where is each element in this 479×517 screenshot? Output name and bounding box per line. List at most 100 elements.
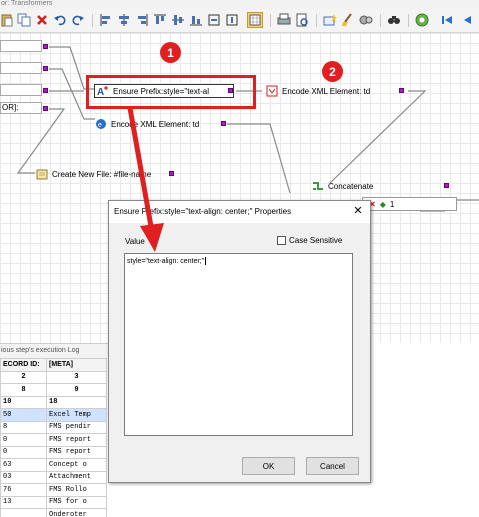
svg-text:e: e [98,122,102,129]
source-field-2[interactable] [0,62,42,74]
paste-icon[interactable] [0,13,14,27]
grid-icon[interactable] [247,12,263,28]
encode-xml-label: Encode XML Element: td [282,86,371,96]
value-textarea[interactable]: style="text-align: center;" [124,253,353,436]
clean-icon[interactable] [341,13,355,27]
table-row[interactable]: 8 FMS pendir [0,420,107,434]
concatenate-input-label: 1 [389,199,395,209]
align-bottom-icon[interactable] [189,13,203,27]
case-sensitive-label: Case Sensitive [289,236,343,245]
table-row[interactable]: Onderoter [0,508,107,517]
encode-xml-node[interactable]: e Encode XML Element: td [95,117,199,131]
log-cell: FMS report [46,445,107,459]
log-cell [0,508,47,517]
value-text: style="text-align: center;" [127,257,205,265]
log-cell: 9 [46,383,107,397]
table-row[interactable]: 0 FMS report [0,433,107,447]
callout-badge-2: 2 [322,61,343,82]
cancel-button[interactable]: Cancel [306,457,359,475]
delete-icon[interactable] [35,13,49,27]
table-row[interactable]: 76 FMS Rollo [0,483,107,497]
create-new-file-label: Create New File: #file-name [52,169,152,179]
output-port[interactable] [43,106,48,111]
dialog-title: Ensure Prefix:style="text-align: center;… [109,201,370,223]
window-title: or: Transformers [0,0,479,9]
log-cell: FMS report [46,433,107,447]
align-center-icon[interactable] [117,13,131,27]
redo-icon[interactable] [71,13,85,27]
toolbar [0,9,479,33]
output-port[interactable] [43,66,48,71]
log-heading: ious step's execution Log [0,344,110,358]
table-row[interactable]: 03 Attachment [0,470,107,484]
add-transformer-icon[interactable] [323,13,337,27]
log-cell: 50 [0,408,47,422]
align-right-icon[interactable] [135,13,149,27]
concatenate-icon [313,182,323,190]
text-caret [205,257,207,265]
checkbox-box[interactable] [277,236,286,245]
size-icon[interactable] [207,13,221,27]
source-field-1[interactable] [0,40,42,52]
log-cell: 13 [0,495,47,509]
output-port[interactable] [444,183,449,188]
case-sensitive-checkbox[interactable]: Case Sensitive [277,236,342,245]
execution-log-table: ECORD ID: [META] 23 89 10 18 50 Excel Temp… [0,358,107,517]
table-row[interactable]: 0 FMS report [0,445,107,459]
log-cell: Excel Temp [46,408,107,422]
log-cell: FMS pendir [46,420,107,434]
properties-dialog: Ensure Prefix:style="text-align: center;… [108,200,371,483]
concatenate-input-row[interactable]: ✕ ◆ 1 [362,197,457,211]
log-cell: Attachment [46,470,107,484]
log-cell: 2 [0,370,47,384]
concatenate-node[interactable]: Concatenate [312,179,373,193]
output-port[interactable] [43,88,48,93]
settings-icon[interactable] [415,13,429,27]
find-icon[interactable] [387,13,401,27]
encode-xml-node[interactable]: Encode XML Element: td [266,84,370,98]
value-label: Value [125,237,145,246]
table-row[interactable]: 63 Concept o [0,458,107,472]
tools-icon[interactable] [359,13,373,27]
output-port[interactable] [221,121,226,126]
align-top-icon[interactable] [153,13,167,27]
create-new-file-node[interactable]: Create New File: #file-name [36,167,151,181]
align-middle-icon[interactable] [171,13,185,27]
output-port[interactable] [43,44,48,49]
undo-icon[interactable] [53,13,67,27]
ok-button[interactable]: OK [242,457,295,475]
log-column-header[interactable]: [META] [46,358,107,372]
callout-badge-1: 1 [160,42,181,63]
log-cell: 8 [0,383,47,397]
log-cell: 0 [0,445,47,459]
log-cell: 76 [0,483,47,497]
align-left-icon[interactable] [99,13,113,27]
source-field-4[interactable]: OR]: [0,102,42,114]
output-port[interactable] [169,171,174,176]
encode-xml-label: Encode XML Element: td [111,119,200,129]
print-icon[interactable] [277,13,291,27]
log-cell: 10 [0,395,47,409]
new-file-icon [36,169,48,180]
log-column-header[interactable]: ECORD ID: [0,358,47,372]
encode-transformer-icon [266,85,278,97]
close-icon[interactable]: ✕ [352,205,364,217]
spacing-icon[interactable] [225,13,239,27]
log-cell: 0 [0,433,47,447]
print-preview-icon[interactable] [295,13,309,27]
log-cell: 63 [0,458,47,472]
log-cell: 18 [46,395,107,409]
log-cell: FMS for o [46,495,107,509]
copy-icon[interactable] [17,13,31,27]
first-icon[interactable] [440,13,454,27]
log-cell: Concept o [46,458,107,472]
table-row[interactable]: 50 Excel Temp [0,408,107,422]
log-cell: 03 [0,470,47,484]
source-field-3[interactable] [0,84,42,96]
output-port[interactable] [399,88,404,93]
table-row[interactable]: 13 FMS for o [0,495,107,509]
previous-icon[interactable] [460,13,474,27]
log-cell: 8 [0,420,47,434]
encode-transformer-icon: e [96,119,106,129]
log-cell: Onderoter [46,508,107,517]
